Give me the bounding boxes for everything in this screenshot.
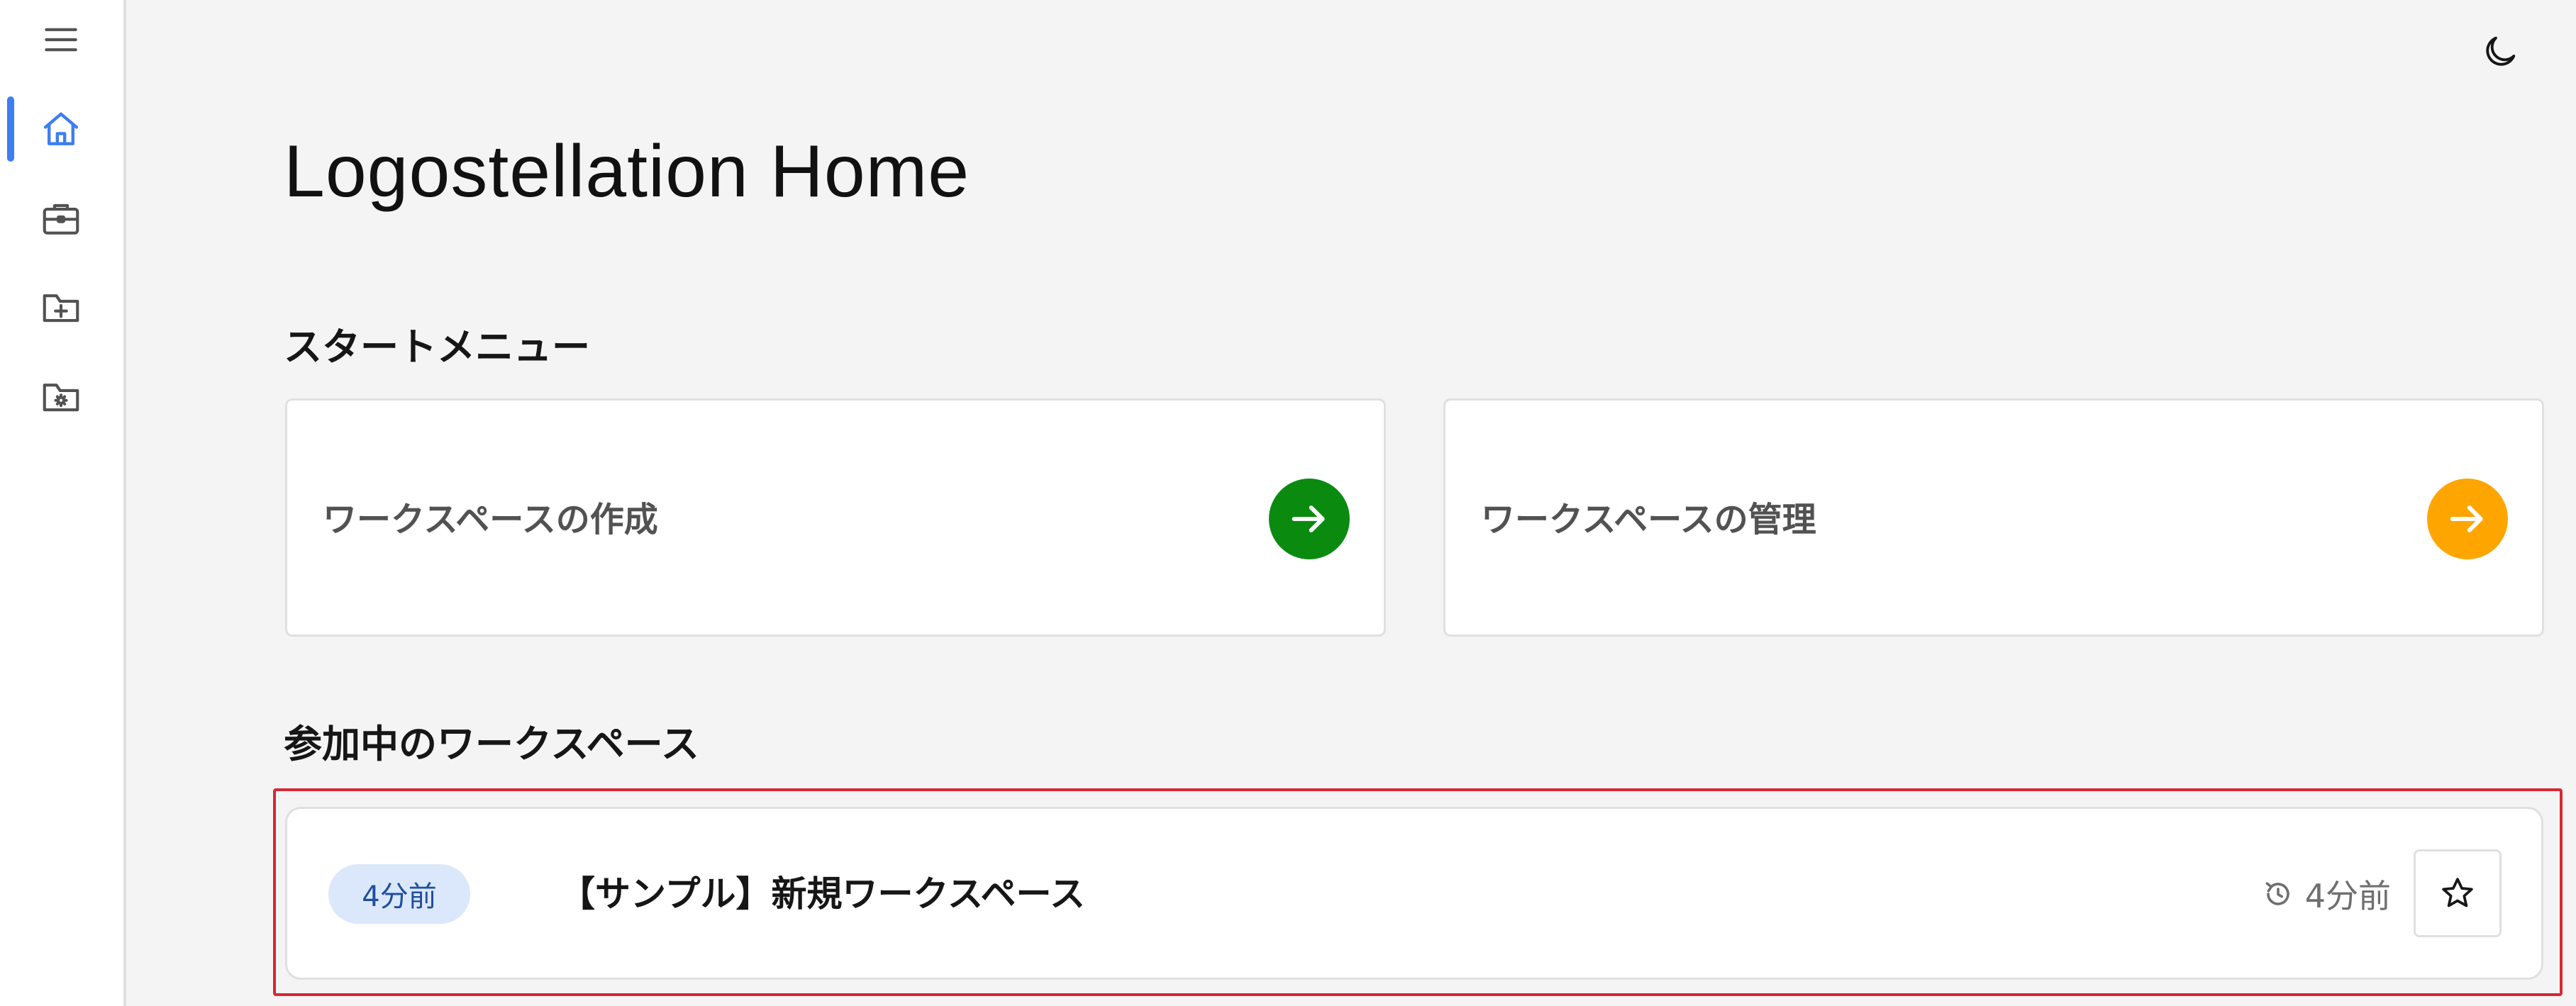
workspace-row[interactable]: 4分前 【サンプル】新規ワークスペース 4分前	[285, 807, 2543, 980]
create-workspace-label: ワークスペースの作成	[323, 500, 658, 540]
briefcase-icon	[43, 203, 79, 235]
start-menu-title: スタートメニュー	[284, 325, 590, 369]
joined-workspaces-title: 参加中のワークスペース	[284, 722, 699, 766]
create-workspace-arrow[interactable]	[1269, 479, 1350, 559]
sidebar-item-home[interactable]	[20, 92, 102, 166]
workspace-updated: 4分前	[2261, 864, 2391, 924]
workspace-recent-badge: 4分前	[328, 864, 470, 924]
sidebar-item-create-workspace[interactable]	[20, 271, 102, 345]
folder-plus-icon	[43, 294, 79, 323]
arrow-right-icon	[1292, 505, 1325, 532]
manage-workspace-label: ワークスペースの管理	[1481, 500, 1816, 540]
manage-workspace-arrow[interactable]	[2427, 479, 2508, 559]
history-icon	[2265, 882, 2289, 905]
sidebar-item-workspaces[interactable]	[20, 181, 102, 255]
sidebar-menu-button[interactable]	[20, 3, 102, 77]
workspace-updated-text: 4分前	[2304, 877, 2391, 915]
create-workspace-card[interactable]: ワークスペースの作成	[285, 398, 1386, 637]
manage-workspace-card[interactable]: ワークスペースの管理	[1443, 398, 2544, 637]
favorite-button[interactable]	[2414, 849, 2502, 937]
menu-icon	[45, 28, 77, 52]
home-icon	[43, 112, 79, 145]
sidebar-item-manage-workspace[interactable]	[20, 360, 102, 434]
theme-toggle-button[interactable]	[2461, 13, 2539, 91]
arrow-right-icon	[2450, 505, 2483, 532]
sidebar-active-indicator	[7, 96, 14, 162]
workspace-name: 【サンプル】新規ワークスペース	[560, 873, 1085, 915]
page-title: Logostellation Home	[284, 130, 970, 213]
star-icon	[2442, 878, 2473, 907]
sidebar	[0, 0, 126, 1006]
moon-icon	[2486, 36, 2516, 66]
folder-settings-icon	[43, 384, 79, 412]
